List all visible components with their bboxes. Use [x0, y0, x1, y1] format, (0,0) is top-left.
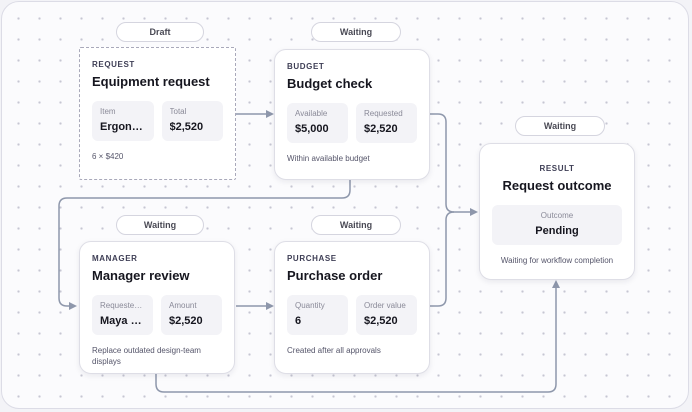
request-field-total: Total $2,520 — [161, 101, 223, 141]
result-status-badge: Waiting — [515, 116, 605, 136]
purchase-note: Created after all approvals — [287, 346, 381, 355]
field-label: Quantity — [295, 301, 325, 310]
edge-purchase-to-result — [430, 211, 455, 307]
field-value: $5,000 — [295, 123, 329, 135]
manager-title: Manager review — [92, 268, 190, 283]
request-field-item: Item Ergono… — [92, 101, 154, 141]
budget-title: Budget check — [287, 76, 373, 91]
result-kicker: RESULT — [539, 164, 575, 173]
budget-status-badge: Waiting — [311, 22, 401, 42]
manager-node[interactable]: MANAGER Manager review Requested … Maya … — [79, 241, 235, 374]
field-label: Total — [169, 107, 187, 116]
purchase-field-order-value: Order value $2,520 — [356, 295, 417, 335]
result-title: Request outcome — [502, 178, 612, 193]
result-note: Waiting for workflow completion — [500, 256, 614, 265]
budget-field-available: Available $5,000 — [287, 103, 348, 143]
field-value: $2,520 — [169, 121, 204, 133]
field-value: $2,520 — [364, 123, 398, 135]
manager-field-amount: Amount $2,520 — [161, 295, 222, 335]
request-kicker: REQUEST — [92, 60, 135, 69]
request-status-badge: Draft — [116, 22, 204, 42]
field-label: Amount — [169, 301, 197, 310]
manager-note: Replace outdated design-team displays — [92, 346, 201, 366]
budget-field-requested: Requested $2,520 — [356, 103, 417, 143]
field-value: $2,520 — [364, 315, 398, 327]
field-value: Pending — [535, 225, 579, 237]
workflow-canvas: Draft REQUEST Equipment request Item Erg… — [1, 1, 689, 409]
manager-kicker: MANAGER — [92, 254, 138, 263]
purchase-field-quantity: Quantity 6 — [287, 295, 348, 335]
purchase-kicker: PURCHASE — [287, 254, 337, 263]
purchase-status-badge: Waiting — [311, 215, 401, 235]
budget-kicker: BUDGET — [287, 62, 325, 71]
field-value: Maya C… — [100, 315, 145, 327]
edge-budget-to-result — [430, 113, 478, 216]
field-label: Available — [295, 109, 328, 118]
manager-field-requested-by: Requested … Maya C… — [92, 295, 153, 335]
purchase-node[interactable]: PURCHASE Purchase order Quantity 6 Order… — [274, 241, 430, 374]
field-label: Order value — [364, 301, 406, 310]
manager-status-badge: Waiting — [116, 215, 204, 235]
field-label: Requested — [364, 109, 403, 118]
budget-note: Within available budget — [287, 154, 370, 163]
budget-node[interactable]: BUDGET Budget check Available $5,000 Req… — [274, 49, 430, 180]
field-value: Ergono… — [100, 121, 146, 133]
request-note: 6 × $420 — [92, 152, 124, 161]
request-node[interactable]: REQUEST Equipment request Item Ergono… T… — [79, 47, 236, 180]
field-label: Requested … — [100, 301, 145, 310]
purchase-title: Purchase order — [287, 268, 383, 283]
field-label: Outcome — [540, 211, 574, 220]
field-value: $2,520 — [169, 315, 203, 327]
field-label: Item — [100, 107, 116, 116]
result-node[interactable]: RESULT Request outcome Outcome Pending W… — [479, 143, 635, 280]
request-title: Equipment request — [92, 74, 210, 89]
result-field-outcome: Outcome Pending — [492, 205, 622, 245]
field-value: 6 — [295, 315, 302, 327]
